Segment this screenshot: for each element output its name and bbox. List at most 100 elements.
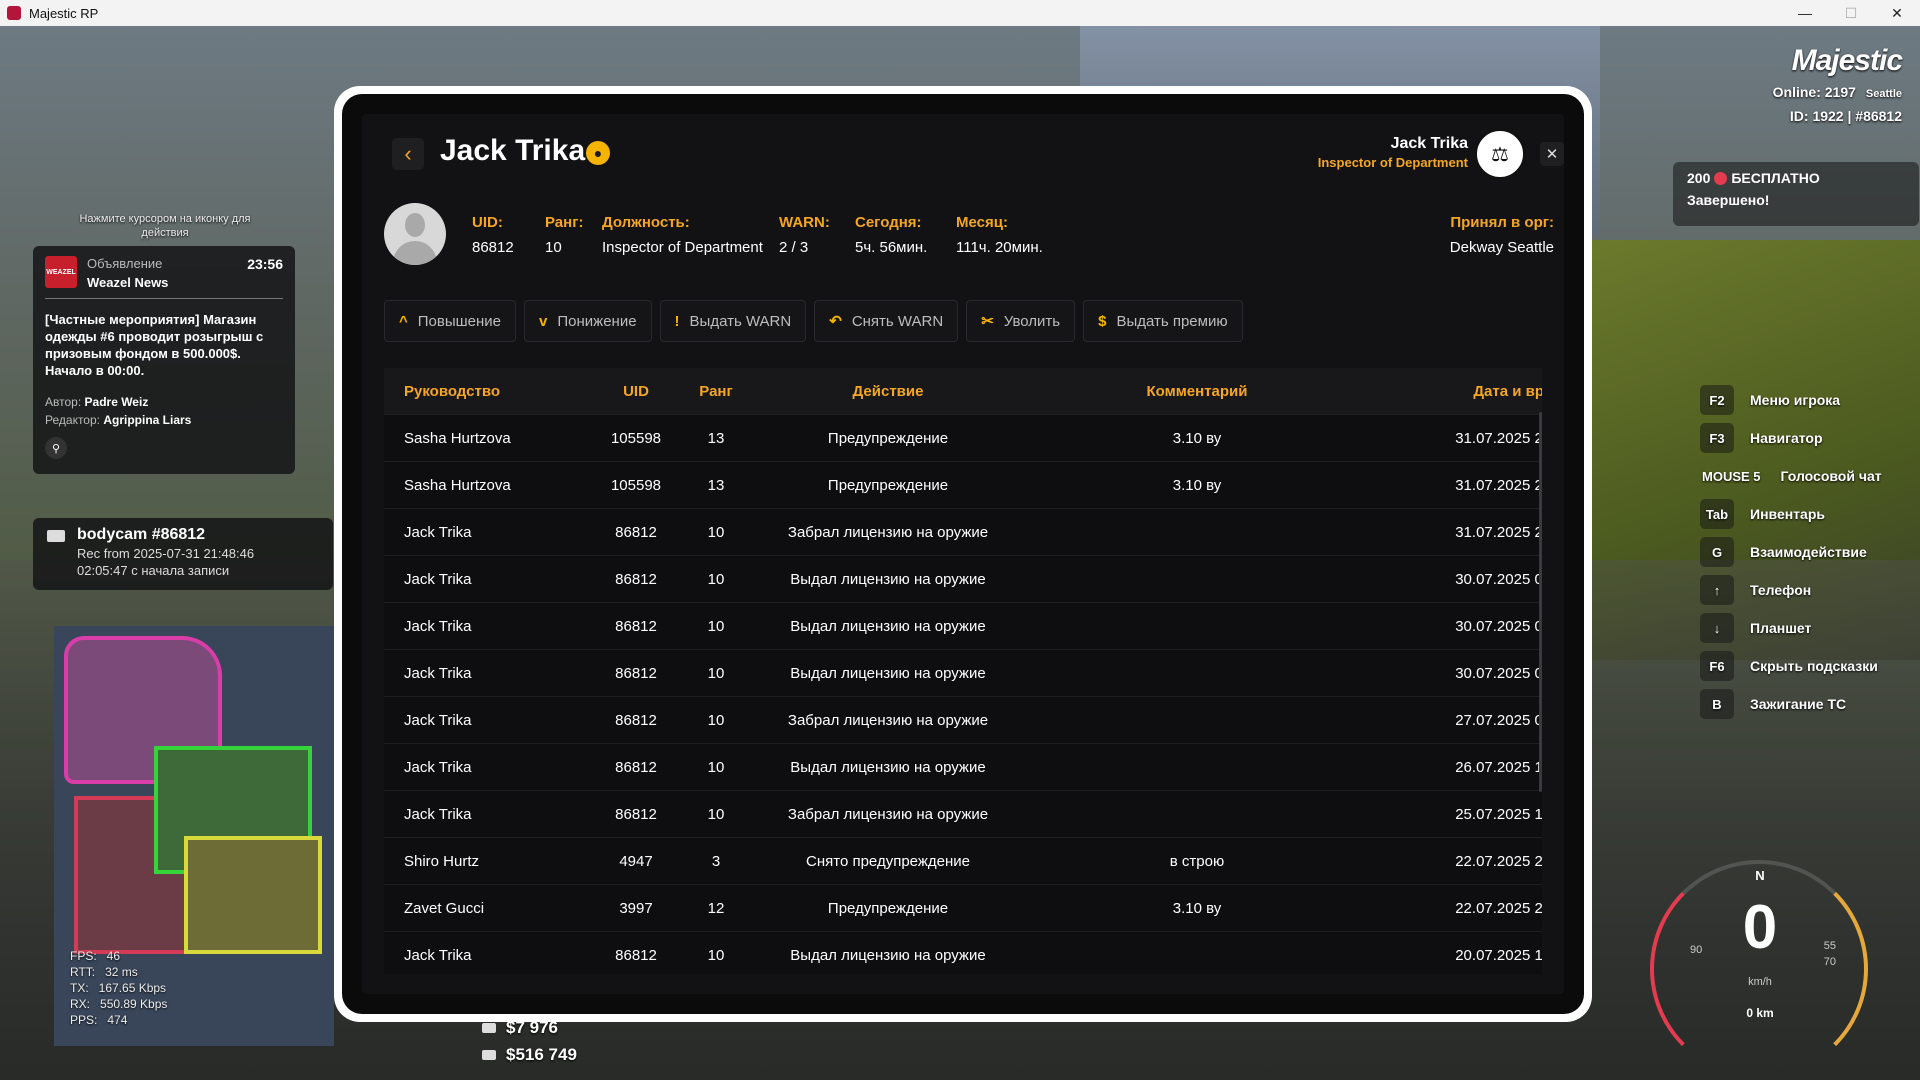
cash-icon bbox=[482, 1023, 496, 1033]
history-table[interactable]: Руководство UID Ранг Действие Комментарий Дат… bbox=[384, 368, 1542, 974]
info-value: 86812 bbox=[472, 239, 514, 256]
member-profile-modal: ‹ Jack Trika ● Jack Trika Inspector of D… bbox=[334, 86, 1592, 1022]
col-datetime-cell: 26.07.2025 19:43 bbox=[1363, 743, 1542, 791]
col-uid-cell: 86812 bbox=[585, 649, 687, 697]
news-type: Объявление bbox=[87, 256, 163, 271]
col-comment-cell bbox=[1031, 508, 1363, 556]
col-comment-cell: 3.10 ву bbox=[1031, 884, 1363, 932]
money-display: $7 976 $516 749 bbox=[482, 1014, 577, 1068]
stat-row: RX: 550.89 Kbps bbox=[70, 996, 167, 1012]
col-leader-cell: Zavet Gucci bbox=[384, 884, 585, 932]
col-rank-cell: 10 bbox=[687, 602, 745, 650]
hint-row: ↓ Планшет bbox=[1700, 613, 1882, 643]
col-uid-cell: 3997 bbox=[585, 884, 687, 932]
info-value: Dekway Seattle bbox=[1449, 239, 1554, 256]
info-field: Месяц: 111ч. 20мин. bbox=[956, 214, 1043, 256]
col-leader-header: Руководство bbox=[384, 368, 585, 415]
demote-button[interactable]: v Понижение bbox=[524, 300, 652, 342]
info-label: WARN: bbox=[779, 214, 830, 231]
stat-row: TX: 167.65 Kbps bbox=[70, 980, 167, 996]
give-warn-button[interactable]: ! Выдать WARN bbox=[659, 300, 807, 342]
news-source: Weazel News bbox=[87, 275, 169, 290]
col-action-cell: Забрал лицензию на оружие bbox=[745, 696, 1031, 744]
give-bonus-button[interactable]: $ Выдать премию bbox=[1083, 300, 1243, 342]
table-row[interactable]: Jack Trika 86812 10 Выдал лицензию на оружи… bbox=[384, 931, 1542, 974]
table-row[interactable]: Jack Trika 86812 10 Выдал лицензию на оружи… bbox=[384, 649, 1542, 697]
table-row[interactable]: Sasha Hurtzova 105598 13 Предупреждение 3.10… bbox=[384, 461, 1542, 509]
col-action-cell: Забрал лицензию на оружие bbox=[745, 790, 1031, 838]
promote-button[interactable]: ^ Повышение bbox=[384, 300, 517, 342]
close-window-button[interactable]: ✕ bbox=[1874, 0, 1920, 26]
hint-key: ↑ bbox=[1700, 575, 1734, 605]
news-time: 23:56 bbox=[247, 256, 283, 272]
col-datetime-cell: 27.07.2025 02:03 bbox=[1363, 696, 1542, 744]
table-row[interactable]: Jack Trika 86812 10 Забрал лицензию на оруж… bbox=[384, 508, 1542, 556]
table-row[interactable]: Jack Trika 86812 10 Выдал лицензию на оружи… bbox=[384, 602, 1542, 650]
remove-warn-button[interactable]: ↶ Снять WARN bbox=[814, 300, 959, 342]
speed-value: 0 bbox=[1742, 893, 1778, 962]
col-rank-cell: 13 bbox=[687, 414, 745, 462]
col-comment-cell bbox=[1031, 649, 1363, 697]
col-datetime-cell: 30.07.2025 00:25 bbox=[1363, 602, 1542, 650]
info-value: 2 / 3 bbox=[779, 239, 809, 256]
member-badge-icon: ● bbox=[586, 141, 610, 165]
bank-amount: $516 749 bbox=[506, 1045, 577, 1064]
action-label: Выдать WARN bbox=[689, 312, 792, 330]
back-button[interactable]: ‹ bbox=[392, 138, 424, 170]
camera-icon bbox=[47, 530, 65, 542]
info-value: 10 bbox=[545, 239, 562, 256]
server-brand: Majestic Online: 2197 Seattle ID: 1922 | … bbox=[1773, 44, 1903, 124]
fire-button[interactable]: ✂ Уволить bbox=[966, 300, 1076, 342]
col-datetime-header: Дата и время bbox=[1363, 368, 1542, 415]
info-label: Сегодня: bbox=[855, 214, 922, 231]
stat-key: TX: bbox=[70, 981, 89, 995]
col-comment-cell bbox=[1031, 790, 1363, 838]
table-row[interactable]: Shiro Hurtz 4947 3 Снято предупреждение в ст… bbox=[384, 837, 1542, 885]
col-datetime-cell: 25.07.2025 14:54 bbox=[1363, 790, 1542, 838]
table-row[interactable]: Jack Trika 86812 10 Забрал лицензию на оруж… bbox=[384, 696, 1542, 744]
info-value: 5ч. 56мин. bbox=[855, 239, 928, 256]
col-leader-cell: Jack Trika bbox=[384, 931, 585, 974]
stat-value: 474 bbox=[107, 1013, 128, 1027]
news-author: Padre Weiz bbox=[84, 395, 149, 409]
col-action-cell: Предупреждение bbox=[745, 414, 1031, 462]
action-label: Понижение bbox=[557, 312, 637, 330]
table-row[interactable]: Jack Trika 86812 10 Забрал лицензию на оруж… bbox=[384, 790, 1542, 838]
avatar bbox=[384, 203, 446, 265]
minimize-button[interactable]: — bbox=[1782, 0, 1828, 26]
bonus-icon: $ bbox=[1098, 312, 1107, 330]
server-city: Seattle bbox=[1865, 88, 1902, 100]
stat-key: RTT: bbox=[70, 965, 96, 979]
col-uid-cell: 4947 bbox=[585, 837, 687, 885]
col-action-cell: Выдал лицензию на оружие bbox=[745, 555, 1031, 603]
table-row[interactable]: Jack Trika 86812 10 Выдал лицензию на оружи… bbox=[384, 555, 1542, 603]
bank-icon bbox=[482, 1050, 496, 1060]
table-row[interactable]: Jack Trika 86812 10 Выдал лицензию на оружи… bbox=[384, 743, 1542, 791]
table-scrollbar[interactable] bbox=[1539, 412, 1542, 792]
col-rank-cell: 10 bbox=[687, 931, 745, 974]
weazel-news-logo: WEAZEL bbox=[45, 256, 77, 288]
close-button[interactable]: ✕ bbox=[1540, 142, 1564, 166]
maximize-button[interactable]: ☐ bbox=[1828, 0, 1874, 26]
col-action-cell: Забрал лицензию на оружие bbox=[745, 508, 1031, 556]
window-controls: — ☐ ✕ bbox=[1782, 0, 1920, 26]
col-leader-cell: Jack Trika bbox=[384, 508, 585, 556]
pin-icon[interactable]: ⚲ bbox=[45, 437, 67, 459]
fire-icon: ✂ bbox=[981, 313, 994, 330]
stat-value: 32 ms bbox=[105, 965, 138, 979]
speed-unit: km/h bbox=[1748, 976, 1772, 988]
col-comment-header: Комментарий bbox=[1031, 368, 1363, 415]
table-row[interactable]: Zavet Gucci 3997 12 Предупреждение 3.10 ву 22… bbox=[384, 884, 1542, 932]
hint-key: ↓ bbox=[1700, 613, 1734, 643]
fuel-value: 90 bbox=[1690, 944, 1703, 956]
bodycam-card: bodycam #86812 Rec from 2025-07-31 21:48… bbox=[33, 518, 333, 590]
col-action-cell: Выдал лицензию на оружие bbox=[745, 931, 1031, 974]
hint-label: Голосовой чат bbox=[1780, 468, 1882, 484]
officer-rank: Inspector of Department bbox=[1317, 155, 1468, 170]
action-label: Повышение bbox=[417, 312, 502, 330]
odometer: 0 km bbox=[1746, 1006, 1774, 1020]
demote-icon: v bbox=[539, 312, 548, 330]
col-leader-cell: Jack Trika bbox=[384, 555, 585, 603]
hint-key: Tab bbox=[1700, 499, 1734, 529]
table-row[interactable]: Sasha Hurtzova 105598 13 Предупреждение 3.10… bbox=[384, 414, 1542, 462]
